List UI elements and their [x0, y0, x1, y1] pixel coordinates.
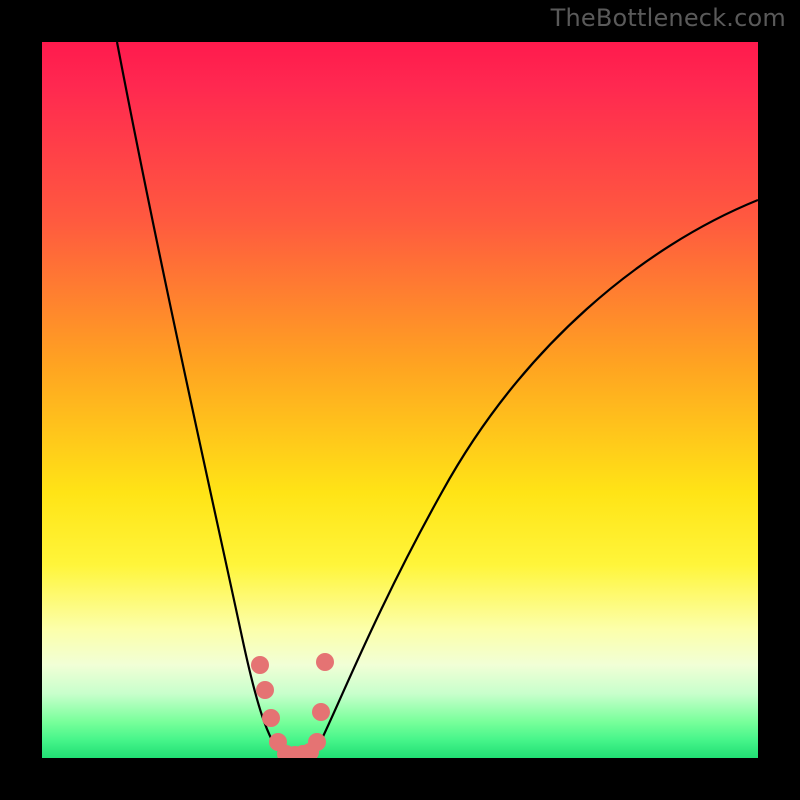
valley-dots [251, 653, 334, 758]
chart-svg [42, 42, 758, 758]
outer-frame: TheBottleneck.com [0, 0, 800, 800]
watermark-text: TheBottleneck.com [551, 4, 786, 32]
curve-right [314, 200, 758, 755]
plot-area [42, 42, 758, 758]
curve-left [117, 42, 282, 755]
